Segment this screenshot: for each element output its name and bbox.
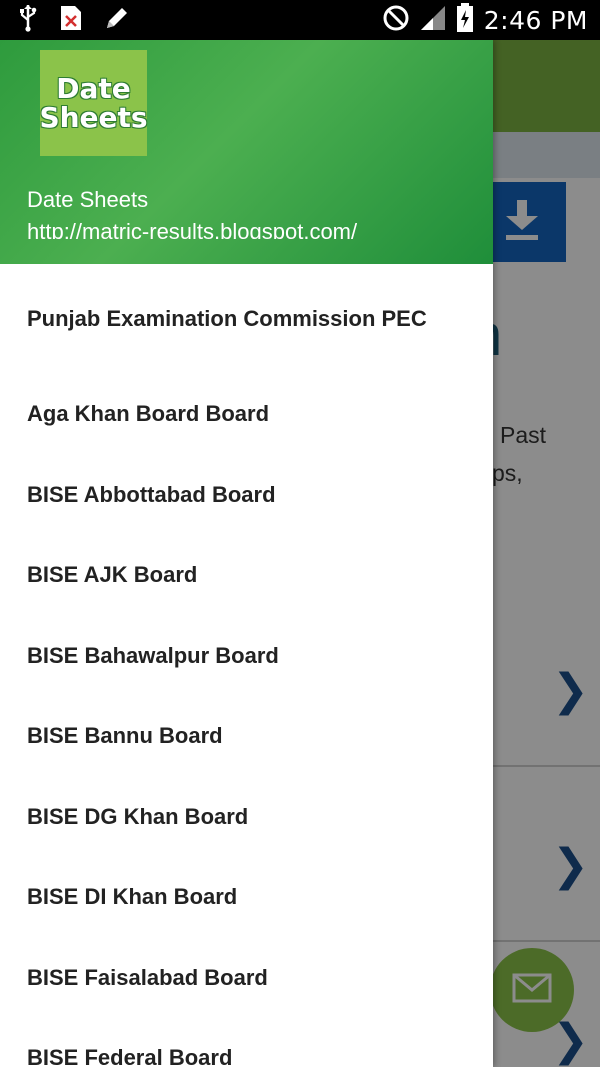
drawer-subtitle: http://matric-results.blogspot.com/ <box>27 219 358 239</box>
status-time: 2:46 PM <box>483 5 588 35</box>
status-bar: 2:46 PM <box>0 0 600 40</box>
screen: 2:46 PM n s Past ps, ❯ ❯ ❯ <box>0 0 600 1067</box>
signal-icon <box>420 5 446 36</box>
drawer-title: Date Sheets <box>27 187 149 212</box>
do-not-disturb-icon <box>382 4 410 37</box>
usb-icon <box>18 4 38 37</box>
drawer-item-abbottabad[interactable]: BISE Abbottabad Board <box>0 455 493 536</box>
app-logo: Date Sheets <box>39 50 148 156</box>
drawer-item-faisalabad[interactable]: BISE Faisalabad Board <box>0 938 493 1019</box>
logo-text-line2: Sheets <box>39 101 148 134</box>
logo-text-line1: Date <box>56 72 131 105</box>
drawer-menu: Punjab Examination Commission PEC Aga Kh… <box>0 264 493 1067</box>
drawer-item-aga-khan[interactable]: Aga Khan Board Board <box>0 374 493 455</box>
file-error-icon <box>60 5 82 36</box>
navigation-drawer: Date Sheets Date Sheets http://matric-re… <box>0 40 493 1067</box>
battery-charging-icon <box>456 2 474 38</box>
drawer-item-bannu[interactable]: BISE Bannu Board <box>0 696 493 777</box>
status-right-icons: 2:46 PM <box>382 2 588 38</box>
drawer-item-di-khan[interactable]: BISE DI Khan Board <box>0 857 493 938</box>
drawer-item-federal[interactable]: BISE Federal Board <box>0 1018 493 1067</box>
drawer-item-dg-khan[interactable]: BISE DG Khan Board <box>0 777 493 858</box>
drawer-item-bahawalpur[interactable]: BISE Bahawalpur Board <box>0 616 493 697</box>
drawer-header: Date Sheets Date Sheets http://matric-re… <box>0 40 493 264</box>
drawer-item-pec[interactable]: Punjab Examination Commission PEC <box>0 264 493 374</box>
pencil-icon <box>104 5 130 36</box>
status-left-icons <box>18 4 130 37</box>
drawer-item-ajk[interactable]: BISE AJK Board <box>0 535 493 616</box>
